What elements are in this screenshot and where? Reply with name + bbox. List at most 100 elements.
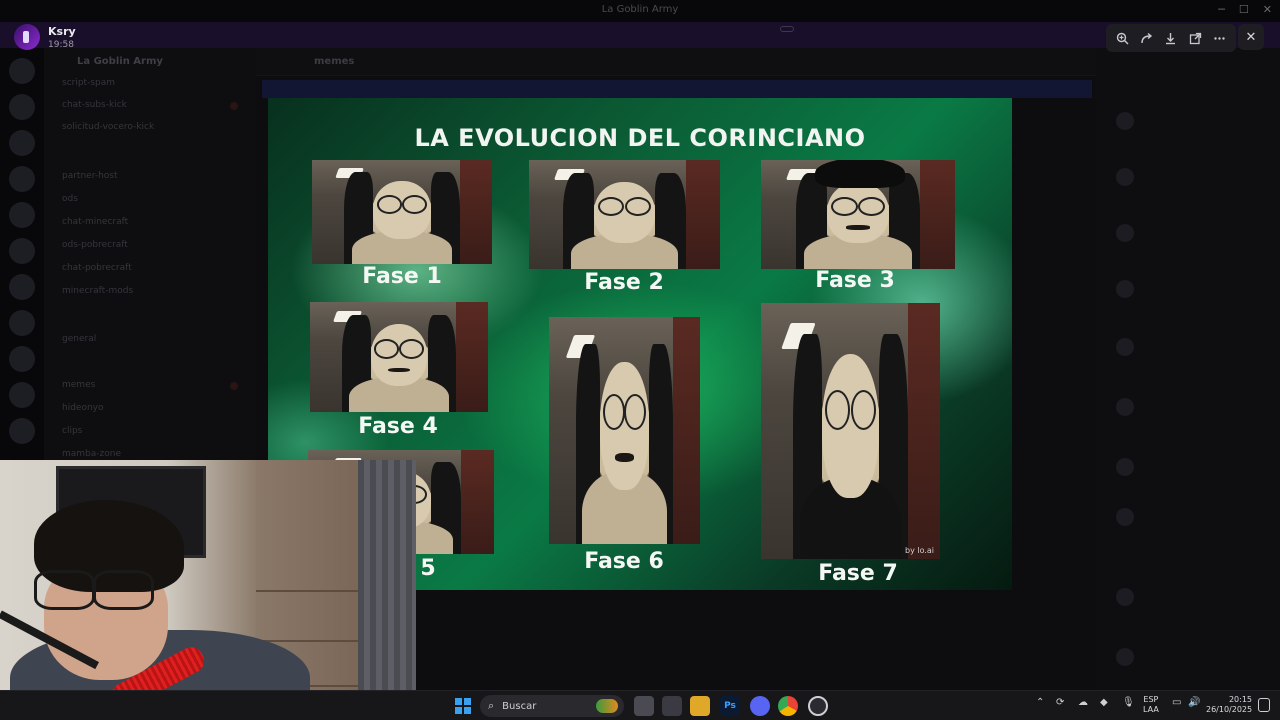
webcam-feed xyxy=(0,460,416,720)
phase-label-7: Fase 7 xyxy=(818,561,898,586)
open-external-icon[interactable] xyxy=(1186,29,1204,47)
avatar xyxy=(1116,588,1134,606)
member-item[interactable] xyxy=(1116,648,1134,666)
server-name[interactable]: La Goblin Army xyxy=(77,56,163,67)
photoshop-icon[interactable]: Ps xyxy=(720,696,740,716)
avatar xyxy=(1116,112,1134,130)
member-list xyxy=(1096,48,1280,690)
minimize-icon[interactable]: ─ xyxy=(1218,3,1225,16)
file-manager-icon[interactable] xyxy=(662,696,682,716)
avatar[interactable] xyxy=(14,24,40,50)
taskbar: ⌕ Buscar Ps ⌃ ⟳ ☁ ◆ 🎙 ESP LAA ▭ 🔊 20:15 … xyxy=(0,690,1280,720)
member-item[interactable] xyxy=(1116,280,1134,298)
channel-item[interactable]: mamba-zone xyxy=(62,449,121,459)
avatar xyxy=(1116,280,1134,298)
volume-icon[interactable]: 🔊 xyxy=(1188,697,1200,708)
sync-icon[interactable]: ⟳ xyxy=(1056,697,1064,708)
channel-item[interactable]: partner-host xyxy=(62,171,118,181)
channel-item[interactable]: ods xyxy=(62,194,78,204)
close-window-icon[interactable]: ✕ xyxy=(1263,3,1272,16)
channel-item[interactable]: chat-subs-kick xyxy=(62,100,127,110)
channel-item[interactable]: ods-pobrecraft xyxy=(62,240,128,250)
clock[interactable]: 20:15 26/10/2025 xyxy=(1206,695,1252,715)
avatar xyxy=(1116,648,1134,666)
app-icon[interactable] xyxy=(808,696,828,716)
server-icon[interactable] xyxy=(9,382,35,408)
phase-label-3: Fase 3 xyxy=(815,268,895,293)
member-item[interactable] xyxy=(1116,588,1134,606)
channel-item[interactable]: hideonyo xyxy=(62,403,104,413)
notice-banner-button[interactable] xyxy=(780,26,794,32)
maximize-icon[interactable]: ☐ xyxy=(1239,3,1249,16)
zoom-icon[interactable] xyxy=(1113,29,1131,47)
phase-photo-6 xyxy=(549,317,700,544)
new-messages-bar[interactable] xyxy=(262,80,1092,98)
search-placeholder: Buscar xyxy=(502,700,537,712)
task-view-icon[interactable] xyxy=(634,696,654,716)
member-item[interactable] xyxy=(1116,168,1134,186)
server-icon[interactable] xyxy=(9,130,35,156)
close-icon[interactable]: ✕ xyxy=(1238,24,1264,50)
server-icon[interactable] xyxy=(9,166,35,192)
shield-icon[interactable]: ◆ xyxy=(1100,697,1108,708)
forward-icon[interactable] xyxy=(1138,29,1156,47)
server-icon[interactable] xyxy=(9,346,35,372)
member-item[interactable] xyxy=(1116,338,1134,356)
chevron-up-icon[interactable]: ⌃ xyxy=(1036,697,1044,708)
glasses-icon xyxy=(376,195,428,214)
glasses-icon xyxy=(603,394,646,430)
window-title: La Goblin Army xyxy=(601,4,679,15)
server-icon[interactable] xyxy=(9,274,35,300)
notification-icon[interactable] xyxy=(1258,698,1270,712)
chat-header-channel: memes xyxy=(314,56,355,67)
server-icon[interactable] xyxy=(9,94,35,120)
explorer-icon[interactable] xyxy=(690,696,710,716)
server-icon[interactable] xyxy=(9,238,35,264)
channel-item[interactable]: chat-minecraft xyxy=(62,217,128,227)
more-icon[interactable] xyxy=(1211,29,1229,47)
phase-label-4: Fase 4 xyxy=(358,414,438,439)
download-icon[interactable] xyxy=(1162,29,1180,47)
discord-icon[interactable] xyxy=(750,696,770,716)
cloud-icon[interactable]: ☁ xyxy=(1078,697,1088,708)
avatar xyxy=(1116,224,1134,242)
mustache-icon xyxy=(846,225,870,230)
language-indicator[interactable]: ESP LAA xyxy=(1143,695,1159,715)
channel-item[interactable]: general xyxy=(62,334,96,344)
member-item[interactable] xyxy=(1116,224,1134,242)
server-icon[interactable] xyxy=(9,310,35,336)
server-icon[interactable] xyxy=(9,418,35,444)
avatar xyxy=(1116,458,1134,476)
member-item[interactable] xyxy=(1116,112,1134,130)
mic-icon[interactable]: 🎙 xyxy=(1122,697,1135,708)
channel-item[interactable]: chat-pobrecraft xyxy=(62,263,132,273)
chat-header: memes xyxy=(256,48,1096,76)
channel-item-active[interactable]: memes xyxy=(62,380,95,390)
search-icon: ⌕ xyxy=(488,699,495,712)
channel-item[interactable]: script-spam xyxy=(62,78,115,88)
channel-item[interactable]: solicitud-vocero-kick xyxy=(62,122,154,132)
author-name[interactable]: Ksry xyxy=(48,25,76,38)
watermark: by lo.ai xyxy=(905,546,934,555)
chrome-icon[interactable] xyxy=(778,696,798,716)
phase-photo-2 xyxy=(529,160,720,269)
phase-photo-4 xyxy=(310,302,488,412)
phase-photo-7: by lo.ai xyxy=(761,303,940,559)
glasses-icon xyxy=(374,339,424,360)
member-item[interactable] xyxy=(1116,398,1134,416)
channel-item[interactable]: clips xyxy=(62,426,82,436)
member-item[interactable] xyxy=(1116,458,1134,476)
glasses-icon xyxy=(825,390,876,430)
phase-label-1: Fase 1 xyxy=(362,264,442,289)
taskbar-search[interactable]: ⌕ Buscar xyxy=(480,695,624,717)
glasses-icon xyxy=(597,197,652,217)
server-icon[interactable] xyxy=(9,58,35,84)
window-controls: ─ ☐ ✕ xyxy=(1218,3,1272,16)
windows-start-icon[interactable] xyxy=(455,698,471,714)
channel-item[interactable]: minecraft-mods xyxy=(62,286,133,296)
phase-label-5: 5 xyxy=(420,556,436,581)
unread-badge xyxy=(230,382,238,390)
network-icon[interactable]: ▭ xyxy=(1172,697,1181,708)
server-icon[interactable] xyxy=(9,202,35,228)
member-item[interactable] xyxy=(1116,508,1134,526)
